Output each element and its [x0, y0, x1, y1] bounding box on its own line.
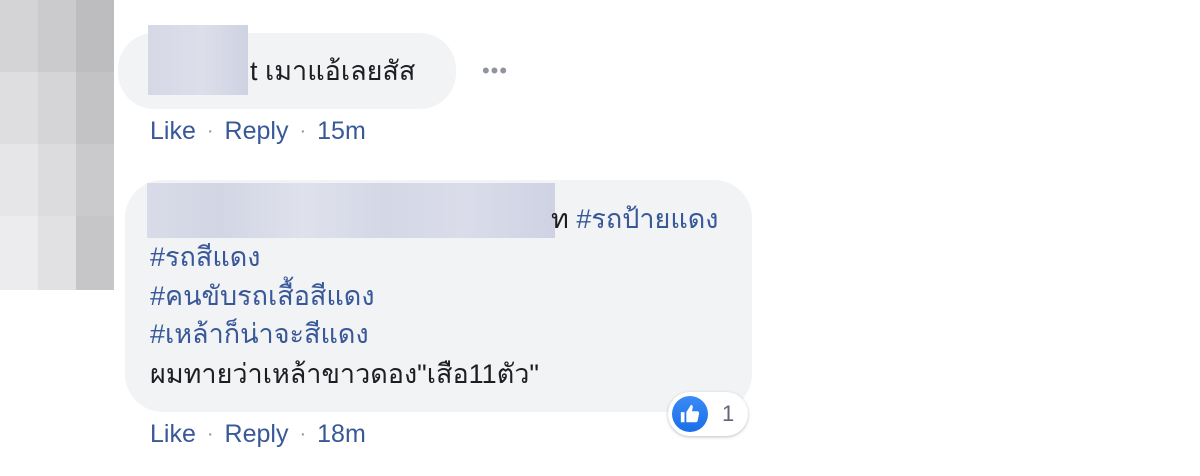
comment-actions: Like · Reply · 18m [150, 419, 366, 449]
comment-line-1: ท #รถป้ายแดง [551, 200, 718, 239]
reply-button[interactable]: Reply [225, 116, 289, 146]
thumbs-up-icon [672, 396, 708, 432]
blurred-author-name [147, 183, 555, 238]
comment-thread: t เมาแอ้เลยสัส ••• Like · Reply · 15m ท … [0, 0, 1200, 476]
separator: · [299, 423, 307, 445]
reaction-count: 1 [722, 401, 735, 426]
hashtag-link[interactable]: #รถป้ายแดง [576, 204, 718, 234]
separator: · [299, 120, 307, 142]
comment-text: t เมาแอ้เลยสัส [250, 52, 415, 91]
comment-timestamp[interactable]: 18m [317, 419, 366, 449]
separator: · [206, 120, 214, 142]
comment-timestamp[interactable]: 15m [317, 116, 366, 146]
comment-actions: Like · Reply · 15m [150, 116, 366, 146]
comment-body: ผมทายว่าเหล้าขาวดอง"เสือ11ตัว" [150, 359, 539, 389]
like-button[interactable]: Like [150, 419, 196, 449]
reply-button[interactable]: Reply [225, 419, 289, 449]
hashtag-link[interactable]: #รถสีแดง [150, 238, 260, 277]
like-button[interactable]: Like [150, 116, 196, 146]
hashtag-link[interactable]: #คนขับรถเสื้อสีแดง [150, 277, 375, 316]
comment-body: เมาแอ้เลยสัส [265, 56, 416, 86]
reaction-summary[interactable]: 1 [668, 392, 749, 436]
author-name-tail[interactable]: t [250, 56, 258, 86]
hashtag-link[interactable]: #เหล้าก็น่าจะสีแดง [150, 315, 369, 354]
blurred-author-name [148, 25, 248, 95]
separator: · [206, 423, 214, 445]
blurred-avatar-column [0, 0, 118, 290]
more-options-icon[interactable]: ••• [478, 58, 512, 84]
author-name-tail[interactable]: ท [551, 204, 569, 234]
